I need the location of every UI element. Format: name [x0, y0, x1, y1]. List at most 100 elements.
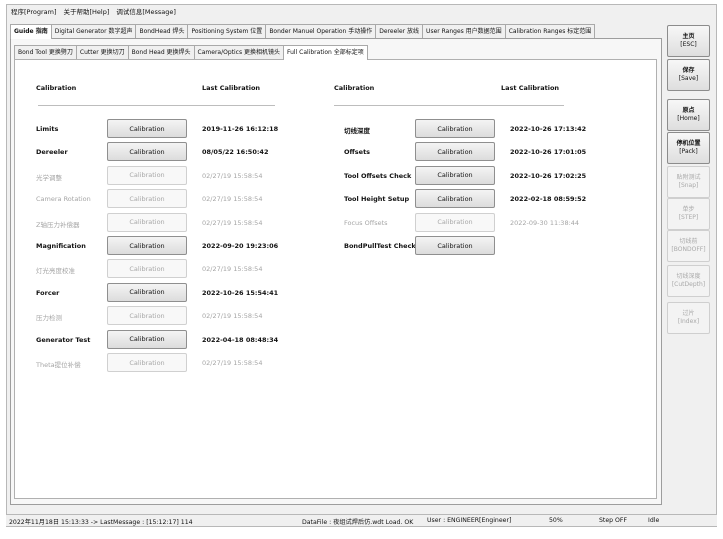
left-row-label: 压力检测 — [36, 314, 62, 323]
top-tab-strip: Guide 指南 Digital Generator 数字超声 BondHead 焊… — [10, 24, 596, 39]
left-row-label: Theta提位补偿 — [36, 361, 81, 369]
sub-tab-0[interactable]: Bond Tool 更换劈刀 — [14, 45, 77, 59]
left-last-calibration-date: 02/27/19 15:58:54 — [202, 312, 263, 321]
status-bar: 2022年11月18日 15:13:33 -> LastMessage : [1… — [6, 514, 717, 526]
left-calibration-button[interactable]: Calibration — [107, 236, 187, 255]
left-last-calibration-date: 02/27/19 15:58:54 — [202, 265, 263, 274]
menu-program[interactable]: 程序[Program] — [11, 6, 57, 16]
right-row-label: Tool Offsets Check — [344, 171, 412, 180]
top-tab-3[interactable]: Positioning System 位置 — [187, 24, 267, 38]
left-calibration-button[interactable]: Calibration — [107, 142, 187, 162]
top-tab-1[interactable]: Digital Generator 数字超声 — [50, 24, 137, 38]
top-tab-0[interactable]: Guide 指南 — [10, 24, 52, 39]
sidebar-button-key: [Home] — [677, 115, 700, 122]
status-percent: 50% — [549, 517, 563, 524]
full-calibration-panel: Calibration Last Calibration Calibration… — [14, 59, 657, 499]
sidebar-button-6: 切线前 [BONDOFF] — [667, 230, 710, 262]
right-row-label: Tool Height Setup — [344, 195, 410, 204]
left-row-label: 光学调整 — [36, 173, 62, 182]
right-calibration-button[interactable]: Calibration — [415, 236, 495, 255]
right-last-calibration-date: 2022-10-26 17:01:05 — [510, 148, 587, 157]
sidebar-button-label: 原点 — [682, 107, 695, 114]
sidebar-button-label: 保存 — [682, 67, 695, 74]
left-row-label: Forcer — [36, 288, 60, 297]
right-last-calibration-date: 2022-02-18 08:59:52 — [510, 195, 587, 204]
left-row-label: Camera Rotation — [36, 195, 91, 204]
status-time-message: 2022年11月18日 15:13:33 -> LastMessage : [1… — [9, 519, 193, 526]
sidebar-button-key: [ESC] — [680, 41, 697, 48]
sidebar-button-key: [STEP] — [678, 214, 699, 221]
right-calibration-button[interactable]: Calibration — [415, 142, 495, 162]
left-last-calibration-date: 2022-09-20 19:23:06 — [202, 242, 279, 250]
left-row-label: Magnification — [36, 242, 86, 250]
sub-tab-1[interactable]: Cutter 更换切刀 — [75, 45, 129, 59]
left-calibration-button: Calibration — [107, 189, 187, 209]
top-tab-2[interactable]: BondHead 焊头 — [135, 24, 189, 38]
sidebar-button-key: [CutDepth] — [671, 281, 706, 288]
right-row-label: BondPullTest Check — [344, 242, 416, 250]
status-datafile: DataFile : 夜组试焊后仿.wdt Load. OK — [302, 519, 414, 526]
menu-bar: 程序[Program] 关于帮助[Help] 调试信息[Message] — [7, 5, 716, 17]
sub-tab-4[interactable]: Full Calibration 全部标定项 — [283, 45, 368, 60]
left-last-calibration-date: 2022-10-26 15:54:41 — [202, 288, 279, 297]
right-calibration-button[interactable]: Calibration — [415, 165, 495, 185]
left-row-label: Z轴压力补偿器 — [36, 220, 80, 229]
right-last-calibration-date: 2022-10-26 17:13:42 — [510, 125, 587, 133]
status-state: Idle — [648, 517, 660, 524]
sidebar-button-key: [Save] — [678, 75, 699, 82]
left-row-label: Dereeler — [36, 148, 68, 157]
menu-message[interactable]: 调试信息[Message] — [116, 6, 176, 16]
status-step: Step OFF — [599, 517, 628, 524]
left-calibration-button[interactable]: Calibration — [107, 119, 187, 138]
left-last-calibration-date: 02/27/19 15:58:54 — [202, 195, 263, 204]
right-row-label: 切线深度 — [344, 127, 370, 135]
sidebar-button-key: [Snap] — [678, 182, 699, 189]
right-calibration-button: Calibration — [415, 212, 495, 232]
left-last-calibration-date: 02/27/19 15:58:54 — [202, 359, 263, 367]
sub-tab-2[interactable]: Bond Head 更换焊头 — [127, 45, 195, 59]
sidebar-button-key: [Index] — [677, 318, 700, 325]
top-tab-4[interactable]: Bonder Manuel Operation 手动操作 — [265, 24, 377, 38]
left-calibration-button[interactable]: Calibration — [107, 329, 187, 349]
left-last-calibration-date: 02/27/19 15:58:54 — [202, 218, 263, 227]
menu-help[interactable]: 关于帮助[Help] — [64, 6, 110, 16]
left-calibration-button: Calibration — [107, 259, 187, 279]
right-calibration-header: Calibration — [334, 84, 375, 92]
sidebar-button-key: [Pack] — [679, 148, 698, 155]
left-calibration-button[interactable]: Calibration — [107, 282, 187, 302]
left-row-label: 灯光亮度校准 — [36, 267, 75, 276]
left-last-calibration-header: Last Calibration — [202, 84, 261, 92]
left-calibration-button: Calibration — [107, 353, 187, 372]
top-tab-5[interactable]: Dereeler 放线 — [375, 24, 424, 38]
left-last-calibration-date: 02/27/19 15:58:54 — [202, 171, 263, 180]
sidebar-button-0[interactable]: 主页 [ESC] — [667, 25, 710, 57]
sidebar-button-label: 切线深度 — [676, 273, 701, 280]
right-last-calibration-date: 2022-09-30 11:38:44 — [510, 218, 580, 227]
right-calibration-button[interactable]: Calibration — [415, 189, 495, 209]
left-header-divider — [38, 105, 275, 106]
left-row-label: Limits — [36, 125, 59, 133]
right-header-divider — [334, 105, 564, 106]
sub-tab-3[interactable]: Camera/Optics 更换相机镜头 — [193, 45, 284, 59]
sidebar-button-key: [BONDOFF] — [671, 246, 706, 253]
left-last-calibration-date: 08/05/22 16:50:42 — [202, 148, 269, 157]
sidebar-button-7: 切线深度 [CutDepth] — [667, 265, 710, 297]
right-last-calibration-header: Last Calibration — [501, 84, 560, 92]
right-calibration-button[interactable]: Calibration — [415, 119, 495, 138]
sidebar-button-4: 贴附测试 [Snap] — [667, 166, 710, 198]
top-tab-7[interactable]: Calibration Ranges 标定范围 — [504, 24, 596, 38]
sidebar-button-label: 停机位置 — [676, 140, 701, 147]
status-user: User : ENGINEER[Engineer] — [427, 517, 512, 524]
left-last-calibration-date: 2022-04-18 08:48:34 — [202, 335, 279, 344]
top-tab-6[interactable]: User Ranges 用户数据范围 — [422, 24, 506, 38]
right-last-calibration-date: 2022-10-26 17:02:25 — [510, 171, 587, 180]
sidebar-button-3[interactable]: 停机位置 [Pack] — [667, 132, 710, 164]
right-row-label: Offsets — [344, 148, 371, 157]
sidebar-button-label: 过片 — [682, 310, 695, 317]
left-last-calibration-date: 2019-11-26 16:12:18 — [202, 125, 279, 133]
sidebar-button-1[interactable]: 保存 [Save] — [667, 59, 710, 91]
sidebar-button-2[interactable]: 原点 [Home] — [667, 99, 710, 131]
left-calibration-button: Calibration — [107, 306, 187, 326]
right-row-label: Focus Offsets — [344, 218, 388, 227]
sidebar-button-label: 切线前 — [679, 238, 698, 245]
